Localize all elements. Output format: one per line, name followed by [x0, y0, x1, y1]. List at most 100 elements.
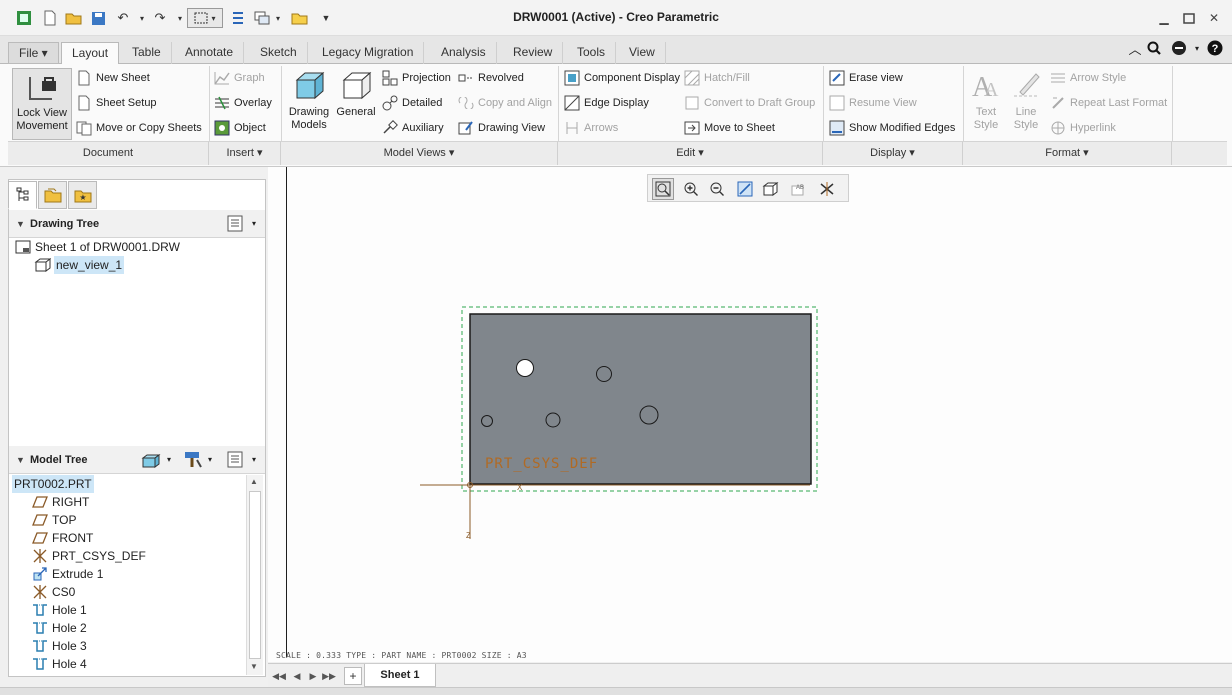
minimize-icon[interactable]: ▁ [1156, 10, 1172, 26]
tree-item-csys[interactable]: CS0 [31, 583, 75, 601]
first-sheet-icon[interactable]: ◀◀ [272, 669, 286, 683]
zoom-in-icon[interactable] [680, 178, 702, 200]
annotation-display-icon[interactable]: AB [788, 178, 810, 200]
tree-item-csys[interactable]: PRT_CSYS_DEF [31, 547, 146, 565]
general-view-button[interactable]: General [334, 70, 378, 119]
collapse-triangle-icon[interactable]: ▼ [16, 446, 25, 474]
tree-item-extrude[interactable]: Extrude 1 [31, 565, 103, 583]
model-tree-header[interactable]: ▼ Model Tree ▾ ▾ ▾ [9, 446, 265, 474]
tree-settings-dropdown-icon[interactable]: ▾ [252, 210, 256, 238]
tree-item-hole[interactable]: Hole 2 [31, 619, 87, 637]
convert-draft-group-button[interactable]: Convert to Draft Group [684, 93, 815, 113]
edit-group-footer[interactable]: Edit ▾ [558, 141, 823, 165]
repeat-last-format-button[interactable]: Repeat Last Format [1050, 93, 1167, 113]
tab-review[interactable]: Review [503, 42, 564, 64]
copy-align-button[interactable]: Copy and Align [458, 93, 552, 113]
drawing-models-button[interactable]: Drawing Models [286, 70, 332, 132]
tree-item-datum-plane[interactable]: TOP [31, 511, 76, 529]
component-display-button[interactable]: Component Display [564, 68, 680, 88]
show-modified-edges-button[interactable]: Show Modified Edges [829, 118, 955, 138]
hatch-fill-button[interactable]: Hatch/Fill [684, 68, 750, 88]
model-display-icon[interactable] [141, 452, 161, 480]
arrows-button[interactable]: Arrows [564, 118, 618, 138]
revolved-button[interactable]: Revolved [458, 68, 524, 88]
edge-display-button[interactable]: Edge Display [564, 93, 649, 113]
scrollbar-thumb[interactable] [249, 491, 261, 659]
title-bar: ↶ ▾ ↷ ▾ ▾ ▾ ▼ DRW0001 (Active) - Creo Pa… [0, 0, 1232, 36]
move-copy-sheets-button[interactable]: Move or Copy Sheets [76, 118, 202, 138]
add-sheet-button[interactable]: + [344, 667, 362, 685]
next-sheet-icon[interactable]: ▶ [306, 669, 320, 683]
repaint-icon[interactable] [734, 178, 756, 200]
projection-button[interactable]: Projection [382, 68, 451, 88]
model-display-dropdown-icon[interactable]: ▾ [167, 446, 171, 474]
tab-table[interactable]: Table [122, 42, 172, 64]
drawing-canvas[interactable]: PRT_CSYS_DEF X Z [268, 167, 1232, 662]
sheet-setup-button[interactable]: Sheet Setup [76, 93, 157, 113]
overlay-button[interactable]: Overlay [214, 93, 272, 113]
tab-analysis[interactable]: Analysis [431, 42, 497, 64]
detailed-button[interactable]: Detailed [382, 93, 442, 113]
help-icon[interactable]: ? [1206, 39, 1224, 57]
tab-annotate[interactable]: Annotate [175, 42, 245, 64]
hyperlink-button[interactable]: Hyperlink [1050, 118, 1116, 138]
tree-settings-icon[interactable] [227, 215, 243, 243]
document-group-footer[interactable]: Document [8, 141, 209, 165]
refit-icon[interactable] [652, 178, 674, 200]
scroll-up-icon[interactable]: ▲ [250, 477, 258, 486]
display-group-footer[interactable]: Display ▾ [823, 141, 963, 165]
tree-item-datum-plane[interactable]: RIGHT [31, 493, 89, 511]
lock-view-movement-button[interactable]: Lock View Movement [12, 68, 72, 140]
format-group-footer[interactable]: Format ▾ [963, 141, 1172, 165]
scroll-down-icon[interactable]: ▼ [250, 662, 258, 671]
collapse-triangle-icon[interactable]: ▼ [16, 210, 25, 238]
tab-folder-browser[interactable] [38, 181, 67, 209]
tree-item-hole[interactable]: Hole 3 [31, 637, 87, 655]
object-button[interactable]: Object [214, 118, 266, 138]
tree-item-hole[interactable]: Hole 4 [31, 655, 87, 673]
graph-button[interactable]: Graph [214, 68, 265, 88]
tree-settings-icon[interactable] [227, 451, 243, 479]
model-tree-scrollbar[interactable]: ▲ ▼ [246, 475, 263, 675]
line-style-button[interactable]: Line Style [1008, 70, 1044, 132]
model-views-group-footer[interactable]: Model Views ▾ [281, 141, 558, 165]
tree-settings-dropdown-icon[interactable]: ▾ [252, 446, 256, 474]
drawing-view-button[interactable]: Drawing View [458, 118, 545, 138]
resume-view-button[interactable]: Resume View [829, 93, 917, 113]
auxiliary-button[interactable]: Auxiliary [382, 118, 444, 138]
minimize-ribbon-icon[interactable]: ︿ [1126, 39, 1144, 57]
zoom-out-icon[interactable] [706, 178, 728, 200]
maximize-icon[interactable] [1181, 10, 1197, 26]
community-dropdown-icon[interactable]: ▾ [1188, 39, 1206, 57]
search-icon[interactable] [1145, 39, 1163, 57]
tree-tools-icon[interactable] [183, 451, 203, 479]
text-style-button[interactable]: AA Text Style [966, 70, 1006, 132]
erase-view-button[interactable]: Erase view [829, 68, 903, 88]
close-icon[interactable]: ✕ [1206, 10, 1222, 26]
tree-item-hole[interactable]: Hole 1 [31, 601, 87, 619]
sheet-tab-1[interactable]: Sheet 1 [364, 664, 436, 687]
tab-sketch[interactable]: Sketch [250, 42, 308, 64]
tree-item-sheet[interactable]: Sheet 1 of DRW0001.DRW [14, 238, 180, 256]
new-sheet-button[interactable]: New Sheet [76, 68, 150, 88]
tab-legacy-migration[interactable]: Legacy Migration [312, 42, 425, 64]
display-style-icon[interactable] [760, 178, 782, 200]
tab-file[interactable]: File ▾ [8, 42, 59, 64]
tree-item-datum-plane[interactable]: FRONT [31, 529, 93, 547]
tab-layout[interactable]: Layout [61, 42, 120, 65]
tab-tools[interactable]: Tools [567, 42, 617, 64]
community-icon[interactable] [1170, 39, 1188, 57]
tab-drawing-tree[interactable] [8, 181, 37, 209]
tab-favorites[interactable]: ★ [68, 181, 97, 209]
move-to-sheet-button[interactable]: Move to Sheet [684, 118, 775, 138]
tab-view[interactable]: View [619, 42, 666, 64]
datum-display-icon[interactable] [816, 178, 838, 200]
insert-group-footer[interactable]: Insert ▾ [209, 141, 281, 165]
tree-tools-dropdown-icon[interactable]: ▾ [208, 446, 212, 474]
tree-item-root[interactable]: PRT0002.PRT [12, 475, 94, 493]
prev-sheet-icon[interactable]: ◀ [290, 669, 304, 683]
arrow-style-button[interactable]: Arrow Style [1050, 68, 1126, 88]
tree-item-view[interactable]: new_view_1 [33, 256, 125, 274]
last-sheet-icon[interactable]: ▶▶ [322, 669, 336, 683]
drawing-tree-header[interactable]: ▼ Drawing Tree ▾ [9, 210, 265, 238]
